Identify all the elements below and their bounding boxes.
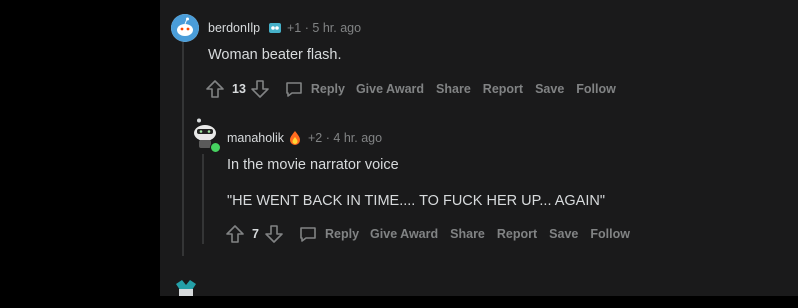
reply-label: Reply	[310, 82, 345, 96]
avatar[interactable]	[171, 14, 199, 42]
comment-panel: berdonIlp +1 · 5 hr. ago Woman beater fl…	[160, 0, 798, 296]
give-award-button[interactable]: Give Award	[370, 227, 438, 241]
comment-icon	[286, 82, 302, 97]
follow-button[interactable]: Follow	[576, 82, 616, 96]
reply-label: Reply	[325, 227, 360, 241]
vote-count: 7	[252, 227, 259, 241]
comment-body: Woman beater flash.	[208, 47, 342, 63]
karma-badge: +2	[308, 131, 323, 145]
comment-icon	[300, 227, 316, 242]
separator: ·	[325, 131, 330, 145]
timestamp[interactable]: 5 hr. ago	[312, 21, 361, 35]
online-status-indicator	[210, 142, 221, 153]
award-icon	[287, 130, 303, 149]
save-button[interactable]: Save	[535, 82, 564, 96]
separator: ·	[304, 21, 309, 35]
comment-actions: 7 Reply Give Award Share Report Save Fol…	[225, 223, 630, 245]
thread-line-reply[interactable]	[202, 154, 204, 244]
follow-button[interactable]: Follow	[590, 227, 630, 241]
karma-badge: +1	[287, 21, 302, 35]
comment-body-line: In the movie narrator voice	[227, 157, 399, 173]
vote-count: 13	[232, 82, 246, 96]
snoo-avatar-icon	[176, 280, 196, 296]
timestamp[interactable]: 4 hr. ago	[333, 131, 382, 145]
report-button[interactable]: Report	[497, 227, 537, 241]
report-button[interactable]: Report	[483, 82, 523, 96]
share-button[interactable]: Share	[450, 227, 485, 241]
save-button[interactable]: Save	[549, 227, 578, 241]
downvote-icon[interactable]	[250, 79, 270, 99]
downvote-icon[interactable]	[264, 224, 284, 244]
share-button[interactable]: Share	[436, 82, 471, 96]
reply-button[interactable]: Reply	[284, 79, 345, 99]
username[interactable]: manaholik	[227, 131, 284, 145]
upvote-icon[interactable]	[205, 79, 225, 99]
comment-actions: 13 Reply Give Award Share Report Save Fo…	[205, 78, 616, 100]
award-icon	[267, 20, 283, 39]
snoo-avatar-icon	[171, 14, 199, 42]
comment-meta: +2 · 4 hr. ago	[308, 131, 382, 145]
give-award-button[interactable]: Give Award	[356, 82, 424, 96]
comment-meta: +1 · 5 hr. ago	[287, 21, 361, 35]
username[interactable]: berdonIlp	[208, 21, 260, 35]
thread-line[interactable]	[182, 42, 184, 256]
upvote-icon[interactable]	[225, 224, 245, 244]
avatar[interactable]	[172, 280, 200, 308]
reply-button[interactable]: Reply	[298, 224, 359, 244]
comment-body-line: "HE WENT BACK IN TIME.... TO FUCK HER UP…	[227, 193, 605, 209]
